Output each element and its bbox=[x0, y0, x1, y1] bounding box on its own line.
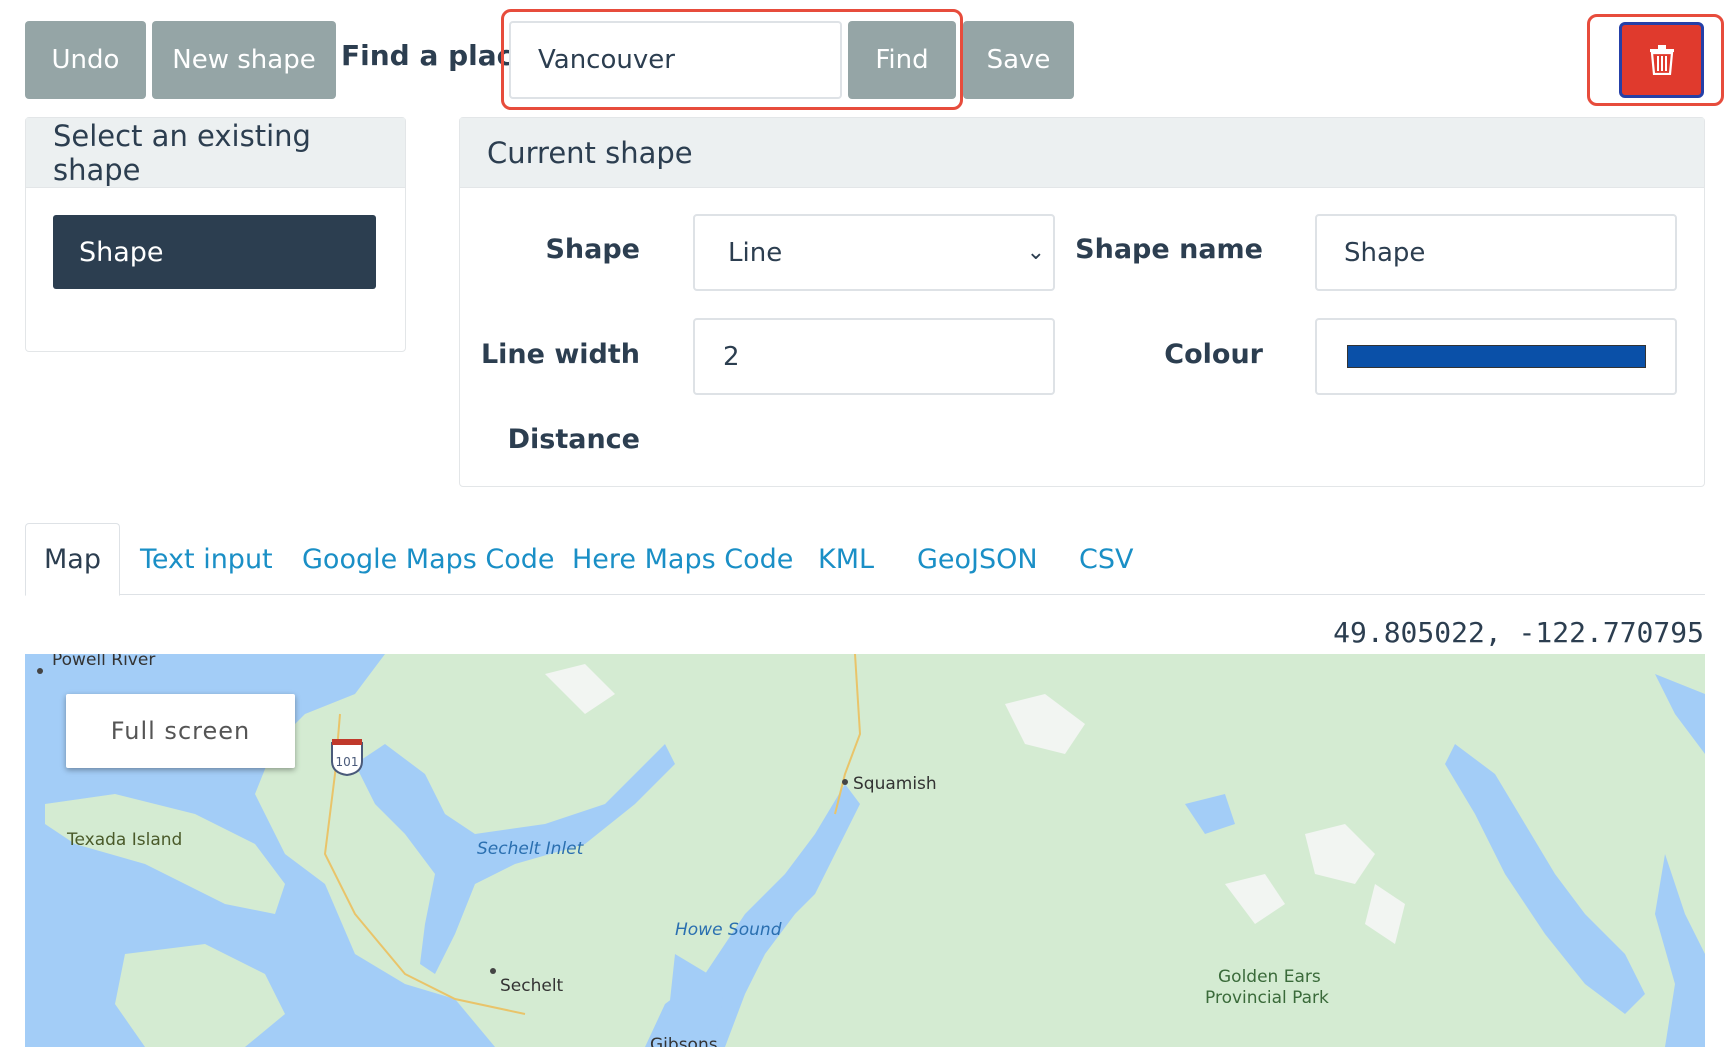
line-width-value: 2 bbox=[723, 341, 740, 372]
tab-kml[interactable]: KML bbox=[818, 523, 874, 595]
colour-swatch bbox=[1347, 345, 1646, 368]
colour-picker[interactable] bbox=[1315, 318, 1677, 395]
distance-label: Distance bbox=[507, 424, 640, 455]
line-width-label: Line width bbox=[480, 339, 640, 370]
tab-geojson[interactable]: GeoJSON bbox=[917, 523, 1038, 595]
trash-icon bbox=[1649, 45, 1674, 75]
existing-shapes-card: Select an existing shape Shape bbox=[25, 117, 406, 352]
existing-shapes-header: Select an existing shape bbox=[26, 118, 405, 188]
map-canvas[interactable]: Full screen 101 Powell River Texada Isla… bbox=[25, 654, 1705, 1047]
map-label-gibsons: Gibsons bbox=[650, 1035, 718, 1047]
tab-csv[interactable]: CSV bbox=[1079, 523, 1133, 595]
current-shape-header: Current shape bbox=[460, 118, 1704, 188]
new-shape-button[interactable]: New shape bbox=[152, 21, 336, 99]
find-place-input[interactable] bbox=[509, 21, 842, 99]
highway-shield-number: 101 bbox=[336, 755, 359, 769]
fullscreen-button[interactable]: Full screen bbox=[66, 694, 295, 768]
find-button[interactable]: Find bbox=[848, 21, 956, 99]
map-label-golden-ears: Golden Ears bbox=[1218, 967, 1321, 987]
shape-type-value: Line bbox=[728, 237, 783, 268]
map-label-provincial-park: Provincial Park bbox=[1205, 988, 1329, 1008]
colour-label: Colour bbox=[1164, 339, 1263, 370]
highway-shield-icon: 101 bbox=[331, 739, 363, 777]
save-button[interactable]: Save bbox=[963, 21, 1074, 99]
tab-google-maps-code[interactable]: Google Maps Code bbox=[302, 523, 555, 595]
shape-name-label: Shape name bbox=[1075, 234, 1263, 265]
map-label-texada: Texada Island bbox=[67, 830, 183, 850]
tab-text-input[interactable]: Text input bbox=[140, 523, 273, 595]
view-tabs: Map Text input Google Maps Code Here Map… bbox=[25, 523, 1705, 596]
shape-type-select[interactable]: Line ⌄ bbox=[693, 214, 1055, 291]
map-label-howe-sound: Howe Sound bbox=[675, 920, 782, 940]
shape-name-input[interactable]: Shape bbox=[1315, 214, 1677, 291]
tab-here-maps-code[interactable]: Here Maps Code bbox=[572, 523, 793, 595]
cursor-coordinates: 49.805022, -122.770795 bbox=[1333, 616, 1704, 649]
tab-map[interactable]: Map bbox=[25, 523, 120, 596]
existing-shape-item[interactable]: Shape bbox=[53, 215, 376, 289]
delete-button[interactable] bbox=[1619, 22, 1704, 98]
line-width-input[interactable]: 2 bbox=[693, 318, 1055, 395]
current-shape-card: Current shape bbox=[459, 117, 1705, 487]
undo-button[interactable]: Undo bbox=[25, 21, 146, 99]
map-label-sechelt: Sechelt bbox=[500, 976, 564, 996]
map-label-squamish: Squamish bbox=[853, 774, 937, 794]
map-label-sechelt-inlet: Sechelt Inlet bbox=[477, 839, 584, 859]
chevron-down-icon: ⌄ bbox=[1026, 240, 1045, 265]
shape-name-value: Shape bbox=[1344, 237, 1426, 268]
shape-type-label: Shape bbox=[545, 234, 640, 265]
map-label-powell-river: Powell River bbox=[52, 654, 156, 670]
